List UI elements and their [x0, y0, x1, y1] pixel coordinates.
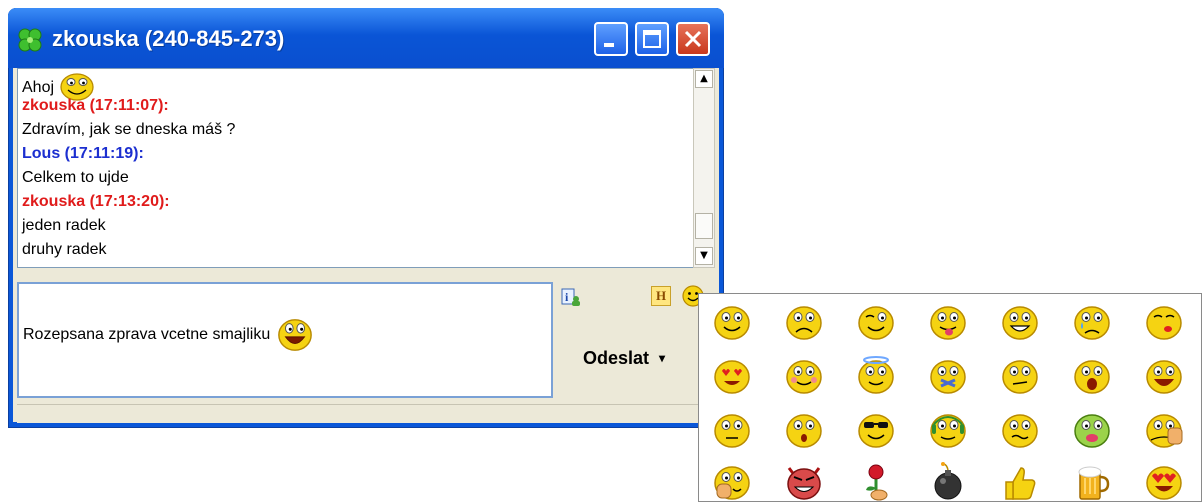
clover-icon: [18, 28, 42, 52]
sender-name: Lous (17:11:19):: [22, 145, 144, 162]
contact-info-icon[interactable]: i: [560, 286, 582, 308]
chat-scrollbar[interactable]: ▲ ▼: [693, 68, 715, 268]
chat-message-line: Zdravím, jak se dneska máš ?: [22, 121, 235, 139]
silly-icon[interactable]: [999, 410, 1041, 450]
laugh-icon: [275, 316, 315, 354]
message-input[interactable]: Rozepsana zprava vcetne smajliku: [17, 282, 553, 398]
bomb-icon[interactable]: [927, 462, 969, 502]
heart-eyes-icon[interactable]: [1143, 462, 1185, 502]
message-text: druhy radek: [22, 241, 107, 258]
cry-icon[interactable]: [1071, 302, 1113, 342]
title-bar[interactable]: zkouska (240-845-273): [8, 8, 724, 68]
grin-icon[interactable]: [999, 302, 1041, 342]
message-text: Ahoj: [22, 79, 55, 97]
history-button[interactable]: H: [651, 286, 671, 306]
message-text: Celkem to ujde: [22, 169, 129, 186]
rose-icon[interactable]: [855, 462, 897, 502]
chat-message-line: Celkem to ujde: [22, 169, 129, 187]
cool-icon[interactable]: [855, 410, 897, 450]
thumbs-up-icon[interactable]: [999, 462, 1041, 502]
minimize-button[interactable]: [594, 22, 628, 56]
minimize-icon: [604, 43, 614, 47]
plain-icon[interactable]: [711, 410, 753, 450]
chat-message-line: druhy radek: [22, 241, 107, 259]
laugh-icon[interactable]: [1143, 356, 1185, 396]
confused-icon[interactable]: [999, 356, 1041, 396]
frown-icon[interactable]: [783, 302, 825, 342]
wink-icon[interactable]: [855, 302, 897, 342]
scroll-thumb[interactable]: [695, 213, 713, 239]
chat-sender-line: Lous (17:11:19):: [22, 145, 144, 163]
clap-icon[interactable]: [711, 462, 753, 502]
maximize-icon: [643, 30, 661, 48]
send-options-arrow-icon[interactable]: ▾: [659, 351, 665, 365]
tongue-icon[interactable]: [927, 302, 969, 342]
neutral-icon[interactable]: [711, 302, 753, 342]
beer-icon[interactable]: [1071, 462, 1113, 502]
music-icon[interactable]: [927, 410, 969, 450]
angel-icon[interactable]: [855, 356, 897, 396]
hush-icon[interactable]: [927, 356, 969, 396]
window-client-area: Ahoj zkouska (17:11:07): Zdravím, jak se …: [13, 68, 719, 423]
shock-icon[interactable]: [1071, 356, 1113, 396]
chat-history[interactable]: Ahoj zkouska (17:11:07): Zdravím, jak se …: [17, 68, 695, 268]
message-text: Zdravím, jak se dneska máš ?: [22, 121, 236, 138]
window-title: zkouska (240-845-273): [52, 26, 285, 51]
emoticon-picker: [698, 293, 1202, 502]
send-button[interactable]: Odeslat ▾: [583, 348, 703, 374]
message-text: jeden radek: [22, 217, 106, 234]
message-draft: Rozepsana zprava vcetne smajliku: [23, 316, 315, 354]
devil-icon[interactable]: [783, 462, 825, 502]
message-draft-text: Rozepsana zprava vcetne smajliku: [23, 326, 271, 344]
chat-sender-line: zkouska (17:13:20):: [22, 193, 170, 211]
chat-message-line: jeden radek: [22, 217, 106, 235]
scroll-up-button[interactable]: ▲: [695, 70, 713, 88]
kiss-icon[interactable]: [1143, 302, 1185, 342]
sender-name: zkouska (17:13:20):: [22, 193, 170, 210]
surprised-icon[interactable]: [783, 410, 825, 450]
blush-icon[interactable]: [783, 356, 825, 396]
send-button-label: Odeslat: [583, 348, 650, 368]
close-button[interactable]: [676, 22, 710, 56]
chat-window: zkouska (240-845-273) Ahoj zkouska (17:1…: [8, 8, 724, 428]
sick-icon[interactable]: [1071, 410, 1113, 450]
chat-sender-line: zkouska (17:11:07):: [22, 97, 169, 115]
close-icon: [684, 30, 702, 48]
sender-name: zkouska (17:11:07):: [22, 97, 169, 114]
maximize-button[interactable]: [635, 22, 669, 56]
love-icon[interactable]: [711, 356, 753, 396]
scroll-down-button[interactable]: ▼: [695, 247, 713, 265]
status-bar: [17, 404, 715, 423]
talk-hand-icon[interactable]: [1143, 410, 1185, 450]
